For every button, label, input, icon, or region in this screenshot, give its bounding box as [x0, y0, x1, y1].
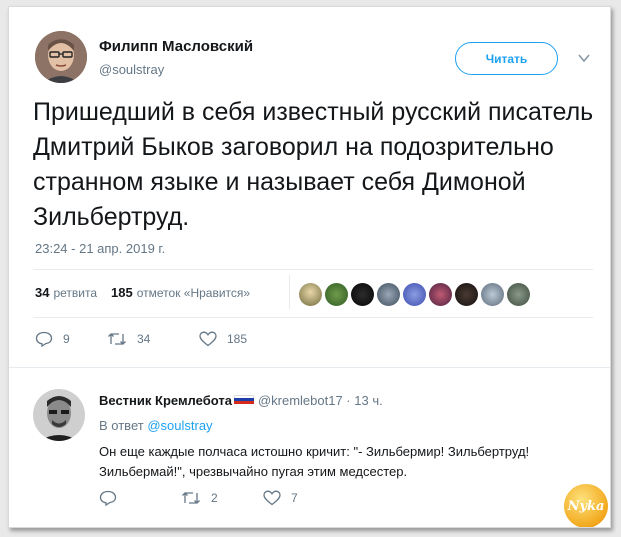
retweet-action[interactable]: 34 [107, 331, 199, 347]
liker-avatar[interactable] [351, 283, 374, 306]
likers-avatars [299, 283, 530, 306]
like-icon [199, 331, 217, 347]
tweet-card: Филипп Масловский @soulstray Читать Приш… [8, 6, 611, 528]
tweet-text: Пришедший в себя известный русский писат… [33, 98, 594, 231]
tweet-actions: 9 34 185 [35, 331, 247, 347]
chevron-down-icon[interactable] [577, 51, 591, 65]
retweet-count: 2 [211, 491, 218, 505]
likes-count[interactable]: 185 [111, 285, 133, 300]
like-action[interactable]: 7 [263, 490, 298, 506]
reply-author-name[interactable]: Вестник Кремлебота [99, 393, 232, 408]
like-icon [263, 490, 281, 506]
reply-action[interactable]: 9 [35, 331, 107, 347]
liker-avatar[interactable] [507, 283, 530, 306]
liker-avatar[interactable] [377, 283, 400, 306]
reply-to: В ответ @soulstray [99, 418, 213, 433]
divider [33, 269, 593, 270]
reply-actions: 2 7 [99, 490, 298, 506]
divider [33, 317, 593, 318]
reply-action[interactable] [99, 490, 181, 506]
reply-header: Вестник Кремлебота @kremlebot17 · 13 ч. [99, 393, 383, 408]
like-count: 7 [291, 491, 298, 505]
reply-author-avatar[interactable] [33, 389, 85, 441]
follow-button[interactable]: Читать [455, 42, 558, 75]
retweet-icon [108, 333, 126, 345]
retweet-count: 34 [137, 332, 151, 346]
liker-avatar[interactable] [299, 283, 322, 306]
retweets-count[interactable]: 34 [35, 285, 49, 300]
liker-avatar[interactable] [429, 283, 452, 306]
liker-avatar[interactable] [325, 283, 348, 306]
retweets-label[interactable]: ретвита [53, 286, 97, 300]
author-handle[interactable]: @soulstray [99, 62, 164, 77]
liker-avatar[interactable] [403, 283, 426, 306]
reply-icon [35, 331, 53, 347]
reply-count: 9 [63, 332, 70, 346]
reply-author-meta[interactable]: @kremlebot17 · 13 ч. [258, 393, 383, 408]
author-name[interactable]: Филипп Масловский [99, 38, 253, 55]
likes-label[interactable]: отметок «Нравится» [137, 286, 250, 300]
reply-icon [99, 490, 117, 506]
engagement-stats: 34 ретвита 185 отметок «Нравится» [35, 285, 250, 300]
divider [9, 367, 610, 368]
reply-text: Он еще каждые полчаса истошно кричит: "-… [99, 444, 530, 479]
retweet-icon [182, 492, 200, 504]
reply-to-prefix: В ответ [99, 418, 144, 433]
russia-flag-icon [233, 394, 254, 405]
author-avatar[interactable] [35, 31, 87, 83]
reply-to-handle[interactable]: @soulstray [147, 418, 212, 433]
watermark-logo: Nyka [564, 484, 608, 527]
stats-separator [289, 275, 290, 309]
retweet-action[interactable]: 2 [181, 490, 263, 506]
liker-avatar[interactable] [455, 283, 478, 306]
tweet-timestamp[interactable]: 23:24 - 21 апр. 2019 г. [35, 241, 165, 256]
like-count: 185 [227, 332, 248, 346]
like-action[interactable]: 185 [199, 331, 247, 347]
liker-avatar[interactable] [481, 283, 504, 306]
